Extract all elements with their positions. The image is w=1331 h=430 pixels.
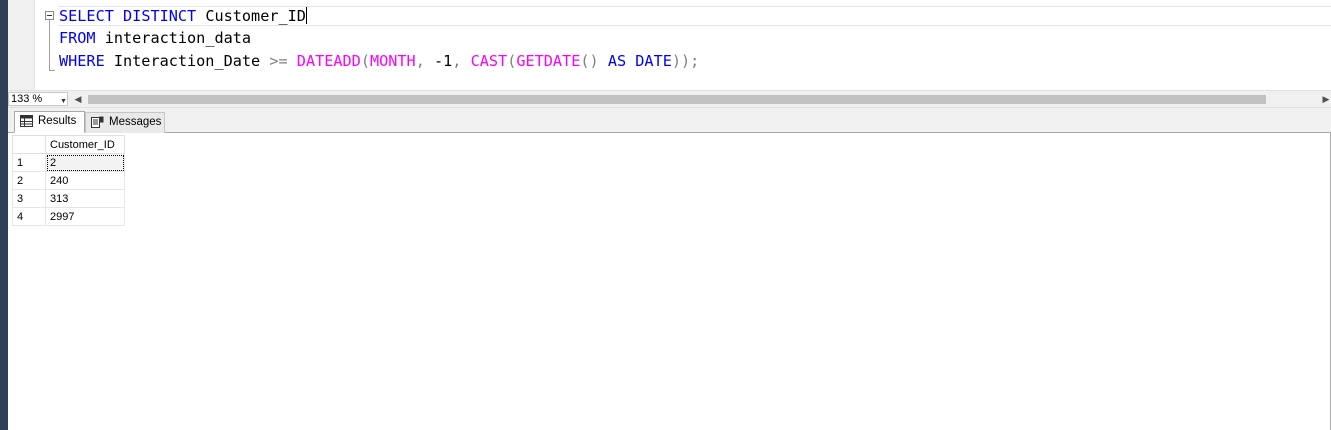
editor-margin bbox=[8, 0, 35, 90]
zoom-dropdown[interactable]: 133 % ▼ bbox=[8, 92, 68, 106]
results-grid[interactable]: Customer_ID 1 2 2 240 3 313 4 2997 bbox=[12, 135, 125, 226]
row-number[interactable]: 2 bbox=[12, 171, 46, 190]
comma: , bbox=[415, 52, 425, 70]
function-getdate: GETDATE bbox=[516, 52, 581, 70]
grid-cell[interactable]: 240 bbox=[45, 171, 125, 190]
comma: , bbox=[452, 52, 462, 70]
keyword-as: AS bbox=[607, 52, 627, 70]
messages-icon bbox=[91, 116, 104, 128]
tab-results[interactable]: Results bbox=[14, 111, 85, 133]
row-number[interactable]: 1 bbox=[12, 153, 46, 172]
table-row[interactable]: 1 2 bbox=[12, 153, 125, 172]
type-date: DATE bbox=[635, 52, 672, 70]
paren: ( bbox=[507, 52, 517, 70]
window-left-edge bbox=[0, 0, 8, 430]
grid-cell[interactable]: 2 bbox=[45, 153, 125, 172]
outline-guide bbox=[49, 20, 50, 70]
paren-close: )); bbox=[671, 52, 700, 70]
tab-messages-label: Messages bbox=[109, 116, 162, 128]
number-literal: -1 bbox=[434, 52, 453, 70]
scroll-right-icon[interactable]: ▶ bbox=[1321, 92, 1331, 106]
paren: () bbox=[580, 52, 599, 70]
results-tabstrip: Results Messages bbox=[8, 108, 1331, 133]
grid-icon bbox=[20, 115, 33, 127]
keyword-from: FROM bbox=[59, 29, 96, 47]
function-dateadd: DATEADD bbox=[296, 52, 361, 70]
horizontal-scrollbar-thumb[interactable] bbox=[88, 95, 1266, 104]
tab-results-label: Results bbox=[38, 115, 77, 127]
table-row[interactable]: 3 313 bbox=[12, 189, 125, 208]
table-row[interactable]: 4 2997 bbox=[12, 207, 125, 226]
tab-messages[interactable]: Messages bbox=[85, 112, 165, 133]
operator: >= bbox=[269, 52, 288, 70]
grid-cell[interactable]: 2997 bbox=[45, 207, 125, 226]
outline-guide-end bbox=[49, 70, 55, 71]
row-number[interactable]: 4 bbox=[12, 207, 46, 226]
grid-corner[interactable] bbox=[12, 135, 46, 154]
column-identifier: Interaction_Date bbox=[113, 52, 261, 70]
datepart-month: MONTH bbox=[369, 52, 416, 70]
table-row[interactable]: 2 240 bbox=[12, 171, 125, 190]
text-caret bbox=[305, 7, 307, 24]
grid-header-row: Customer_ID bbox=[12, 135, 125, 154]
row-number[interactable]: 3 bbox=[12, 189, 46, 208]
function-cast: CAST bbox=[470, 52, 508, 70]
query-editor[interactable]: SELECT DISTINCT Customer_ID FROM interac… bbox=[0, 0, 1331, 90]
code-line-3[interactable]: WHERE Interaction_Date >= DATEADD(MONTH,… bbox=[59, 50, 699, 72]
zoom-value: 133 % bbox=[11, 93, 43, 105]
keyword-distinct: DISTINCT bbox=[123, 7, 197, 25]
editor-status-bar: 133 % ▼ ◀ ▶ bbox=[8, 90, 1331, 108]
code-line-1[interactable]: SELECT DISTINCT Customer_ID bbox=[59, 5, 307, 27]
scroll-left-icon[interactable]: ◀ bbox=[73, 92, 83, 106]
column-identifier: Customer_ID bbox=[205, 7, 306, 25]
results-grid-area[interactable]: Customer_ID 1 2 2 240 3 313 4 2997 bbox=[8, 133, 1331, 430]
code-line-2[interactable]: FROM interaction_data bbox=[59, 27, 251, 49]
chevron-down-icon: ▼ bbox=[60, 98, 67, 105]
grid-cell[interactable]: 313 bbox=[45, 189, 125, 208]
paren: ( bbox=[360, 52, 370, 70]
table-identifier: interaction_data bbox=[104, 29, 252, 47]
keyword-where: WHERE bbox=[59, 52, 105, 70]
column-header[interactable]: Customer_ID bbox=[45, 135, 125, 154]
keyword-select: SELECT bbox=[59, 7, 114, 25]
collapse-icon[interactable] bbox=[45, 11, 54, 20]
